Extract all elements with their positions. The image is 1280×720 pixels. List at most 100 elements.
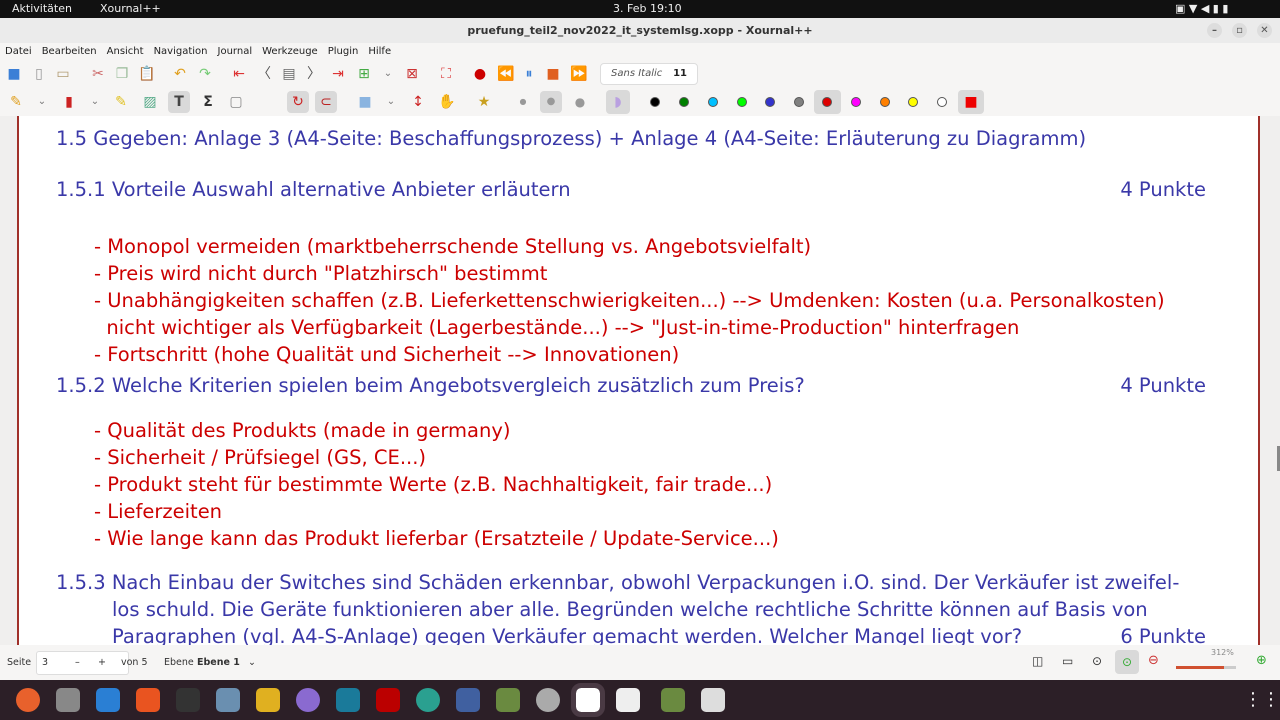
chevron-down-icon[interactable]: ⌄ [34,94,50,110]
writer-icon[interactable] [96,688,120,712]
pen-icon[interactable]: ✎ [8,94,24,110]
zoom-in-icon[interactable]: ⊕ [1256,653,1267,668]
undo-icon[interactable]: ↶ [172,66,188,82]
text-editor-icon[interactable] [616,688,640,712]
new-document-icon[interactable]: ▯ [31,66,47,82]
activities-button[interactable]: Aktivitäten [12,2,72,15]
zoom-fit-icon[interactable]: ⊙ [1092,654,1102,668]
first-page-icon[interactable]: ⇤ [231,66,247,82]
eraser-icon[interactable]: ▮ [61,94,77,110]
default-tool-icon[interactable]: ★ [476,94,492,110]
virtualbox-icon[interactable] [216,688,240,712]
text-tool-icon[interactable]: T [168,91,190,113]
rotation-snap-icon[interactable]: ↻ [287,91,309,113]
cut-icon[interactable]: ✂ [90,66,106,82]
packet-tracer-running-icon[interactable] [661,688,685,712]
goto-page-icon[interactable]: ▤ [281,66,297,82]
color-black[interactable] [650,97,660,107]
terminal-icon[interactable] [176,688,200,712]
wireshark-icon[interactable] [336,688,360,712]
presentation-icon[interactable]: ▭ [1062,654,1073,668]
color-blue[interactable] [765,97,775,107]
chevron-down-icon[interactable]: ⌄ [87,94,103,110]
vertical-space-icon[interactable]: ↕ [410,94,426,110]
menu-hilfe[interactable]: Hilfe [368,43,391,60]
color-gray[interactable] [794,97,804,107]
files-icon[interactable] [56,688,80,712]
select-rect-icon[interactable]: ■ [357,94,373,110]
save-icon[interactable]: ■ [6,66,22,82]
page-number-input[interactable] [36,651,129,675]
color-light-blue[interactable] [708,97,718,107]
copy-icon[interactable]: ❐ [114,66,130,82]
rewind-icon[interactable]: ⏪ [497,66,514,82]
font-selector[interactable]: Sans Italic 11 [600,63,698,85]
grid-snap-magnet-icon[interactable]: ⊂ [315,91,337,113]
color-light-green[interactable] [737,97,747,107]
packet-tracer-icon[interactable] [496,688,520,712]
network-icon[interactable] [456,688,480,712]
image-icon[interactable]: ▨ [142,94,158,110]
trash-icon[interactable] [701,688,725,712]
chevron-down-icon[interactable]: ⌄ [383,94,399,110]
hand-icon[interactable]: ✋ [438,94,455,110]
highlighter-icon[interactable]: ✎ [113,94,129,110]
menu-navigation[interactable]: Navigation [154,43,208,60]
fast-forward-icon[interactable]: ⏩ [570,66,587,82]
app-grid-icon[interactable]: ⋮⋮ [1244,688,1280,712]
menu-bearbeiten[interactable]: Bearbeiten [42,43,97,60]
layer-select[interactable]: Ebene 1 [197,657,240,668]
latex-sigma-icon[interactable]: Σ [200,94,216,110]
redo-icon[interactable]: ↷ [197,66,213,82]
delete-page-icon[interactable]: ⊠ [404,66,420,82]
menu-werkzeuge[interactable]: Werkzeuge [262,43,318,60]
calculator-icon[interactable] [256,688,280,712]
record-icon[interactable]: ● [472,66,488,82]
color-white[interactable] [937,97,947,107]
previous-page-icon[interactable]: 〈 [256,66,272,82]
chevron-down-icon[interactable]: ⌄ [248,657,256,668]
document-canvas[interactable]: 1.5 Gegeben: Anlage 3 (A4-Seite: Beschaf… [0,116,1280,645]
thunderbird-icon[interactable] [296,688,320,712]
next-page-icon[interactable]: 〉 [306,66,322,82]
page-decrement-button[interactable]: – [75,657,80,668]
close-button[interactable]: ✕ [1257,23,1272,38]
color-yellow[interactable] [908,97,918,107]
shape-icon[interactable]: ▢ [228,94,244,110]
add-page-icon[interactable]: ⊞ [356,66,372,82]
chevron-down-icon[interactable]: ⌄ [380,66,396,82]
color-red[interactable] [822,97,832,107]
thin-size-icon[interactable]: ● [515,94,531,110]
zoom-slider[interactable] [1176,666,1236,669]
filezilla-icon[interactable] [376,688,400,712]
clock[interactable]: 3. Feb 19:10 [613,2,682,15]
open-folder-icon[interactable]: ▭ [55,66,71,82]
medium-size-icon[interactable]: ● [540,91,562,113]
custom-color-icon[interactable]: ■ [963,94,979,110]
page-increment-button[interactable]: + [98,657,106,668]
menu-plugin[interactable]: Plugin [328,43,359,60]
zoom-100-icon[interactable]: ⊙ [1115,650,1139,674]
menu-datei[interactable]: Datei [5,43,32,60]
remote-desktop-icon[interactable] [416,688,440,712]
software-icon[interactable] [136,688,160,712]
zoom-out-icon[interactable]: ⊖ [1148,653,1159,668]
color-orange[interactable] [880,97,890,107]
fill-icon[interactable]: ◗ [606,90,630,114]
active-app-label[interactable]: Xournal++ [100,2,161,15]
settings-icon[interactable] [536,688,560,712]
color-magenta[interactable] [851,97,861,107]
two-page-icon[interactable]: ◫ [1032,654,1043,668]
maximize-button[interactable]: ▫ [1232,23,1247,38]
page-number[interactable]: 3 [42,657,48,668]
menu-ansicht[interactable]: Ansicht [107,43,144,60]
fullscreen-icon[interactable]: ⛶ [438,66,454,82]
pause-icon[interactable]: ⏸ [521,66,537,82]
paste-icon[interactable]: 📋 [138,66,155,82]
minimize-button[interactable]: – [1207,23,1222,38]
thick-size-icon[interactable]: ● [572,94,588,110]
menu-journal[interactable]: Journal [218,43,253,60]
xournal-icon[interactable] [571,683,605,717]
firefox-icon[interactable] [16,688,40,712]
stop-icon[interactable]: ■ [545,66,561,82]
